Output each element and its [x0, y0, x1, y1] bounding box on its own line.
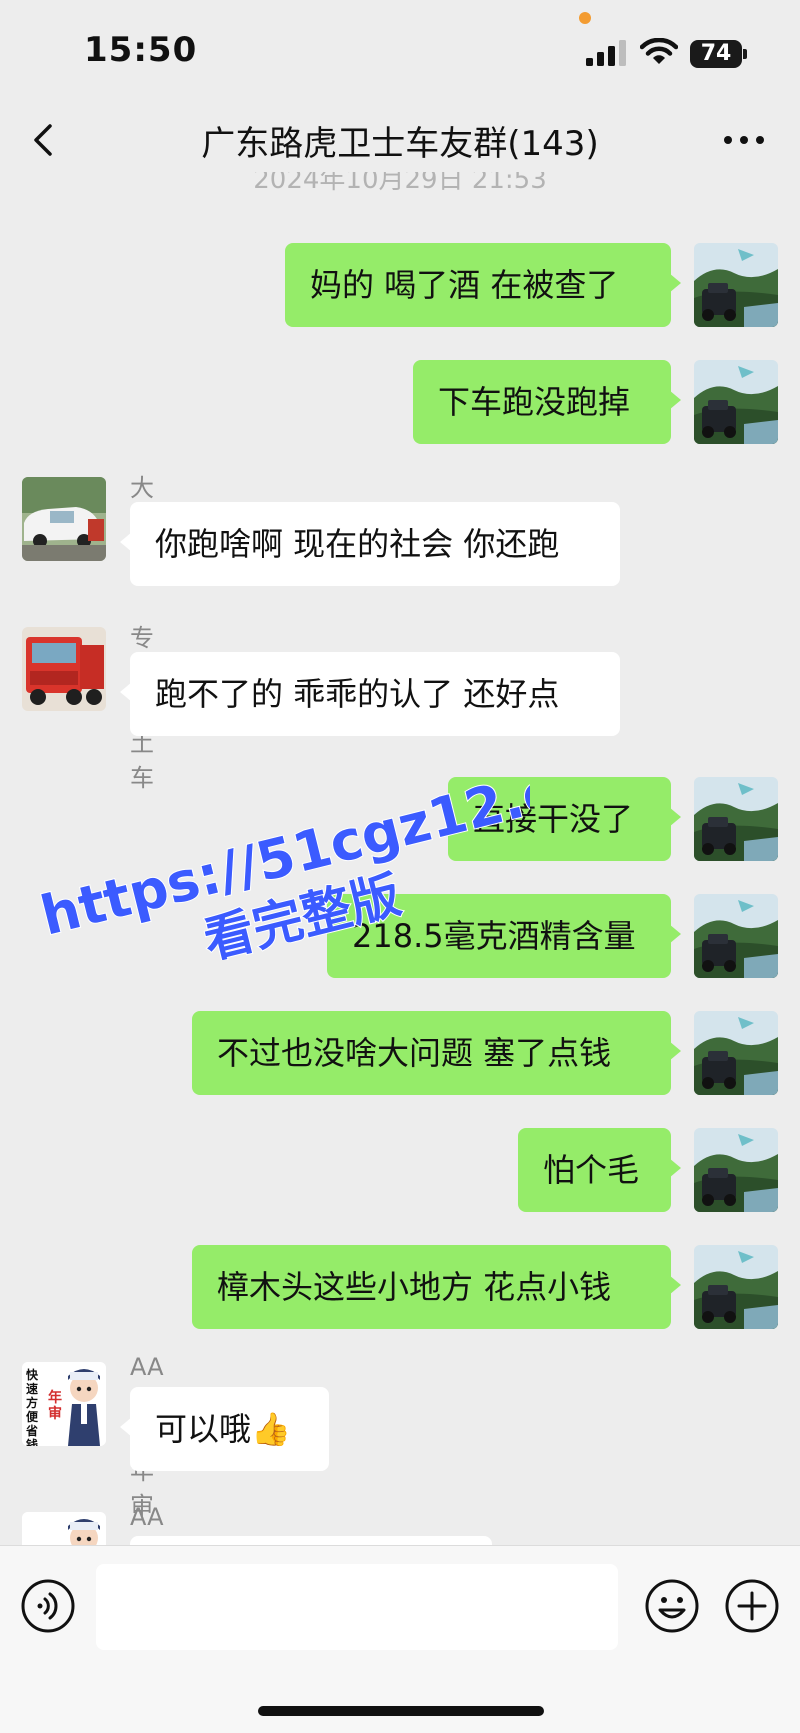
avatar-badge: 年审 [48, 1390, 62, 1422]
battery-cap [743, 49, 747, 59]
my-message-bubble[interactable]: 妈的 喝了酒 在被查了 [285, 243, 681, 327]
voice-input-icon[interactable] [20, 1578, 76, 1634]
message-timestamp: 2024年10月29日 21:53 [253, 172, 547, 195]
my-avatar[interactable] [694, 360, 778, 444]
message-bubble[interactable] [120, 1536, 492, 1586]
more-options-icon[interactable] [722, 120, 766, 160]
my-message-bubble[interactable]: 怕个毛 [518, 1128, 681, 1212]
aa-avatar-illustration [22, 1512, 106, 1545]
plus-icon[interactable] [724, 1578, 780, 1634]
sender-avatar-dalin[interactable] [22, 477, 106, 561]
my-avatar[interactable] [694, 777, 778, 861]
message-input[interactable] [96, 1564, 618, 1650]
message-bubble[interactable]: 你跑啥啊 现在的社会 你还跑 [120, 502, 620, 586]
sender-avatar-aa[interactable]: 快速方便省钱 年审 [22, 1362, 106, 1446]
my-avatar[interactable] [694, 1128, 778, 1212]
my-avatar[interactable] [694, 1245, 778, 1329]
message-bubble[interactable]: 可以哦👍 [120, 1387, 329, 1471]
back-arrow-icon[interactable] [28, 120, 58, 160]
sender-avatar-aa[interactable] [22, 1512, 106, 1545]
sender-avatar-truck[interactable] [22, 627, 106, 711]
battery-level: 74 [700, 41, 732, 66]
cellular-signal-icon [586, 40, 626, 66]
my-message-bubble[interactable]: 不过也没啥大问题 塞了点钱 [192, 1011, 681, 1095]
emoji-icon[interactable] [644, 1578, 700, 1634]
chat-title: 广东路虎卫士车友群(143) [201, 124, 599, 164]
my-avatar[interactable] [694, 894, 778, 978]
home-indicator [258, 1706, 544, 1716]
wifi-icon [640, 38, 678, 64]
my-message-bubble[interactable]: 樟木头这些小地方 花点小钱 [192, 1245, 681, 1329]
my-message-bubble[interactable]: 下车跑没跑掉 [413, 360, 681, 444]
status-time: 15:50 [84, 30, 198, 70]
message-bubble[interactable]: 跑不了的 乖乖的认了 还好点 [120, 652, 620, 736]
my-avatar[interactable] [694, 1011, 778, 1095]
my-avatar[interactable] [694, 243, 778, 327]
my-message-bubble[interactable]: 直接干没了 [448, 777, 681, 861]
my-message-bubble[interactable]: 218.5毫克酒精含量 [327, 894, 681, 978]
status-bar: 15:50 74 [0, 0, 800, 100]
avatar-slogan: 快速方便省钱 [26, 1368, 39, 1446]
battery-indicator: 74 [690, 40, 747, 68]
chat-input-bar [0, 1545, 800, 1733]
privacy-indicator-dot [579, 12, 591, 24]
